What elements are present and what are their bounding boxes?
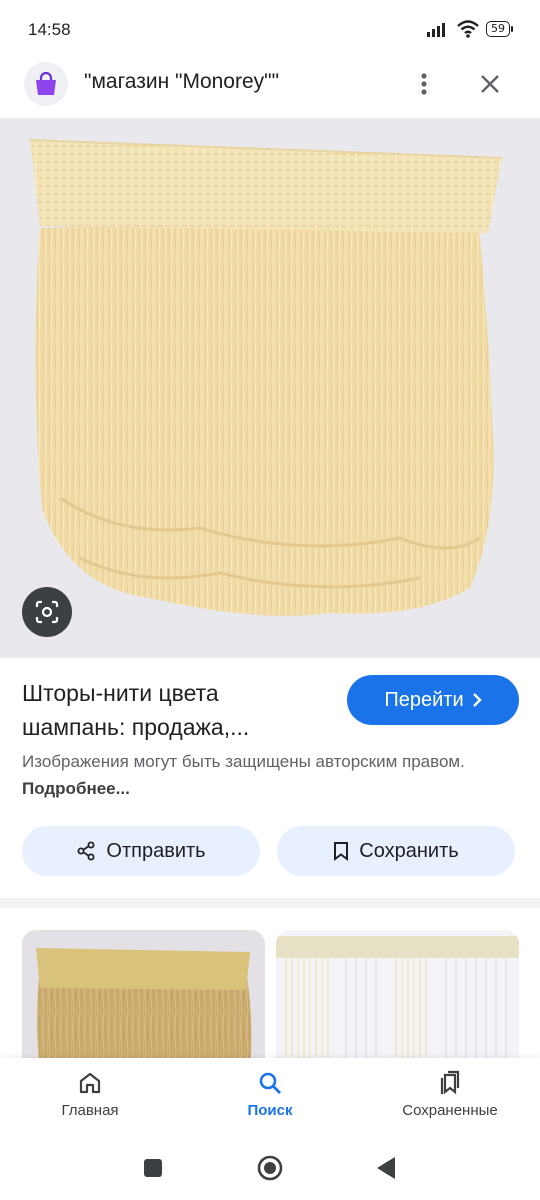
more-options-icon[interactable] bbox=[408, 68, 440, 100]
result-title[interactable]: Шторы-нити цвета шампань: продажа,... bbox=[22, 676, 322, 744]
top-bar: "магазин "Monorey"" bbox=[0, 56, 540, 118]
goto-button[interactable]: Перейти bbox=[347, 675, 519, 725]
home-icon bbox=[79, 1072, 101, 1094]
source-title: "магазин "Monorey"" bbox=[84, 70, 280, 93]
bookmark-icon bbox=[334, 842, 349, 861]
bottom-navigation: Главная Поиск Сохраненные bbox=[0, 1058, 540, 1138]
share-icon bbox=[77, 841, 95, 861]
battery-indicator: 59 bbox=[486, 21, 513, 37]
save-button[interactable]: Сохранить bbox=[277, 826, 515, 876]
nav-home[interactable]: Главная bbox=[20, 1070, 160, 1119]
copyright-notice: Изображения могут быть защищены авторски… bbox=[22, 748, 522, 802]
status-bar: 14:58 59 bbox=[0, 0, 540, 56]
status-icons: 59 bbox=[426, 20, 513, 38]
search-icon bbox=[259, 1072, 281, 1094]
status-time: 14:58 bbox=[28, 20, 71, 39]
curtain-image bbox=[29, 139, 503, 616]
close-icon[interactable] bbox=[474, 68, 506, 100]
copyright-text: Изображения могут быть защищены авторски… bbox=[22, 752, 465, 771]
wifi-icon bbox=[457, 20, 479, 38]
back-icon[interactable] bbox=[375, 1155, 397, 1181]
lens-search-button[interactable] bbox=[22, 587, 72, 637]
learn-more-link[interactable]: Подробнее... bbox=[22, 779, 130, 798]
share-button[interactable]: Отправить bbox=[22, 826, 260, 876]
signal-icon bbox=[427, 23, 445, 37]
nav-saved[interactable]: Сохраненные bbox=[380, 1070, 520, 1119]
related-curtain-gold bbox=[36, 948, 252, 1070]
related-curtain-white bbox=[276, 930, 519, 1070]
save-label: Сохранить bbox=[359, 839, 459, 862]
recents-icon[interactable] bbox=[144, 1159, 162, 1177]
chevron-right-icon bbox=[472, 693, 482, 707]
nav-search-label: Поиск bbox=[247, 1102, 293, 1119]
related-image-2[interactable] bbox=[276, 930, 519, 1070]
nav-search[interactable]: Поиск bbox=[200, 1070, 340, 1119]
home-circle-icon[interactable] bbox=[256, 1154, 284, 1182]
nav-saved-label: Сохраненные bbox=[402, 1102, 498, 1119]
bookmarks-icon bbox=[440, 1070, 460, 1095]
related-image-1[interactable] bbox=[22, 930, 265, 1070]
share-label: Отправить bbox=[106, 839, 206, 862]
nav-home-label: Главная bbox=[61, 1102, 119, 1119]
camera-search-icon bbox=[35, 600, 59, 624]
goto-label: Перейти bbox=[384, 688, 464, 711]
section-divider bbox=[0, 898, 540, 908]
main-image[interactable] bbox=[0, 118, 540, 658]
shopping-bag-icon bbox=[24, 62, 68, 106]
system-navigation bbox=[0, 1138, 540, 1200]
